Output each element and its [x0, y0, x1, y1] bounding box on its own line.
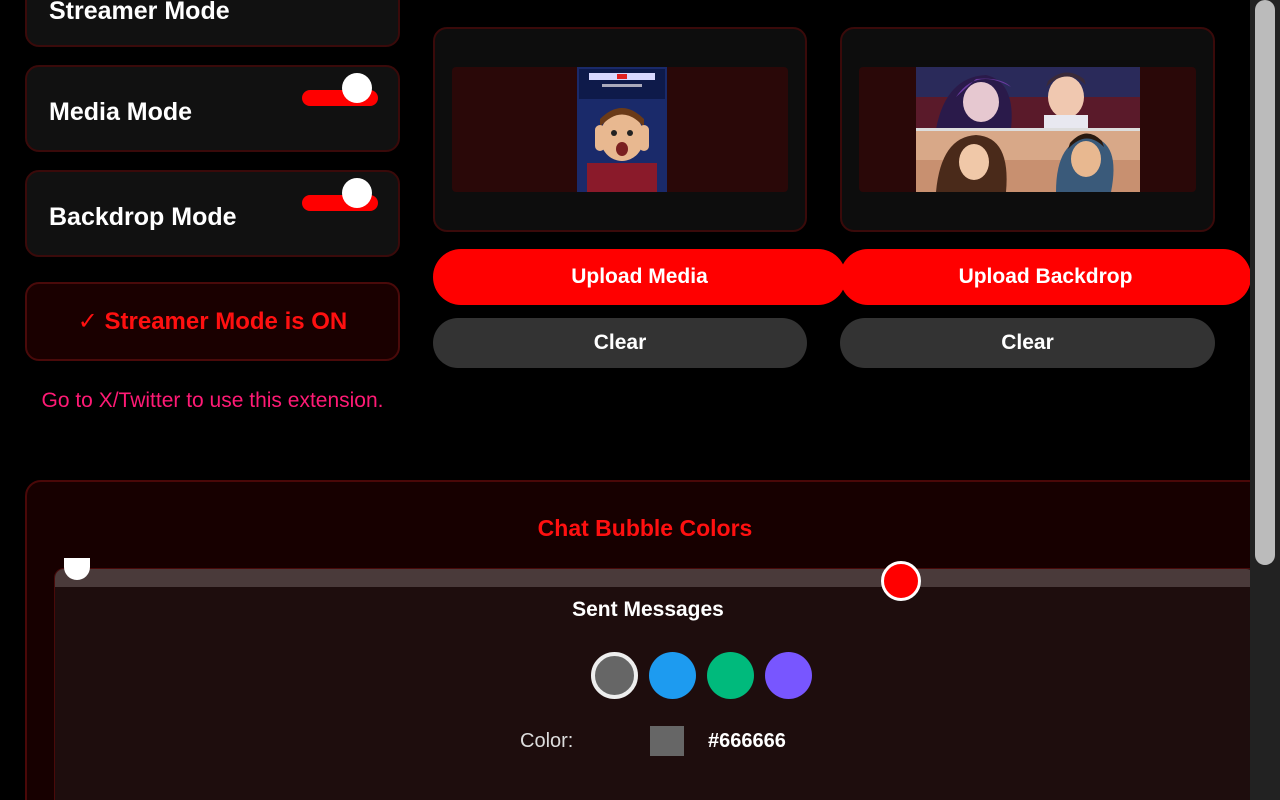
- backdrop-thumbnail: [916, 67, 1140, 192]
- color-picker-row: Color: #666666: [520, 726, 786, 756]
- panel-slider-track[interactable]: [55, 569, 1255, 587]
- backdrop-preview-area[interactable]: [859, 67, 1196, 192]
- backdrop-preview-card: [840, 27, 1215, 232]
- chat-bubble-colors-panel: Chat Bubble Colors Sent Messages Color: …: [25, 480, 1274, 800]
- swatch-green[interactable]: [707, 652, 754, 699]
- upload-media-button[interactable]: Upload Media: [433, 249, 846, 305]
- swatch-purple[interactable]: [765, 652, 812, 699]
- media-mode-toggle[interactable]: [302, 70, 378, 110]
- color-hex-value: #666666: [708, 729, 786, 752]
- color-picker-input[interactable]: [650, 726, 684, 756]
- media-thumbnail: [577, 67, 667, 192]
- streamer-mode-label: Streamer Mode: [49, 0, 230, 25]
- clear-backdrop-button[interactable]: Clear: [840, 318, 1215, 368]
- color-swatches: [591, 652, 812, 699]
- backdrop-mode-label: Backdrop Mode: [49, 203, 237, 231]
- swatch-blue[interactable]: [649, 652, 696, 699]
- scrollbar[interactable]: [1250, 0, 1280, 800]
- scrollbar-thumb[interactable]: [1255, 0, 1275, 565]
- media-preview-card: [433, 27, 807, 232]
- slider-handle-right[interactable]: [881, 561, 921, 601]
- media-mode-label: Media Mode: [49, 98, 193, 126]
- toggle-knob[interactable]: [342, 73, 372, 103]
- upload-backdrop-button[interactable]: Upload Backdrop: [840, 249, 1251, 305]
- toggle-knob[interactable]: [342, 178, 372, 208]
- color-label: Color:: [520, 729, 574, 752]
- media-preview-area[interactable]: [452, 67, 788, 192]
- chat-colors-title: Chat Bubble Colors: [537, 515, 753, 541]
- usage-hint: Go to X/Twitter to use this extension.: [41, 389, 384, 412]
- sent-messages-panel: Sent Messages Color: #666666: [54, 558, 1274, 800]
- backdrop-mode-toggle[interactable]: [302, 175, 378, 215]
- backdrop-mode-card: Backdrop Mode: [25, 170, 400, 257]
- streamer-status-badge: ✓ Streamer Mode is ON: [25, 282, 400, 361]
- sent-messages-label: Sent Messages: [572, 598, 724, 621]
- streamer-mode-card: Streamer Mode: [25, 0, 400, 47]
- clear-media-button[interactable]: Clear: [433, 318, 807, 368]
- media-mode-card: Media Mode: [25, 65, 400, 152]
- swatch-gray[interactable]: [591, 652, 638, 699]
